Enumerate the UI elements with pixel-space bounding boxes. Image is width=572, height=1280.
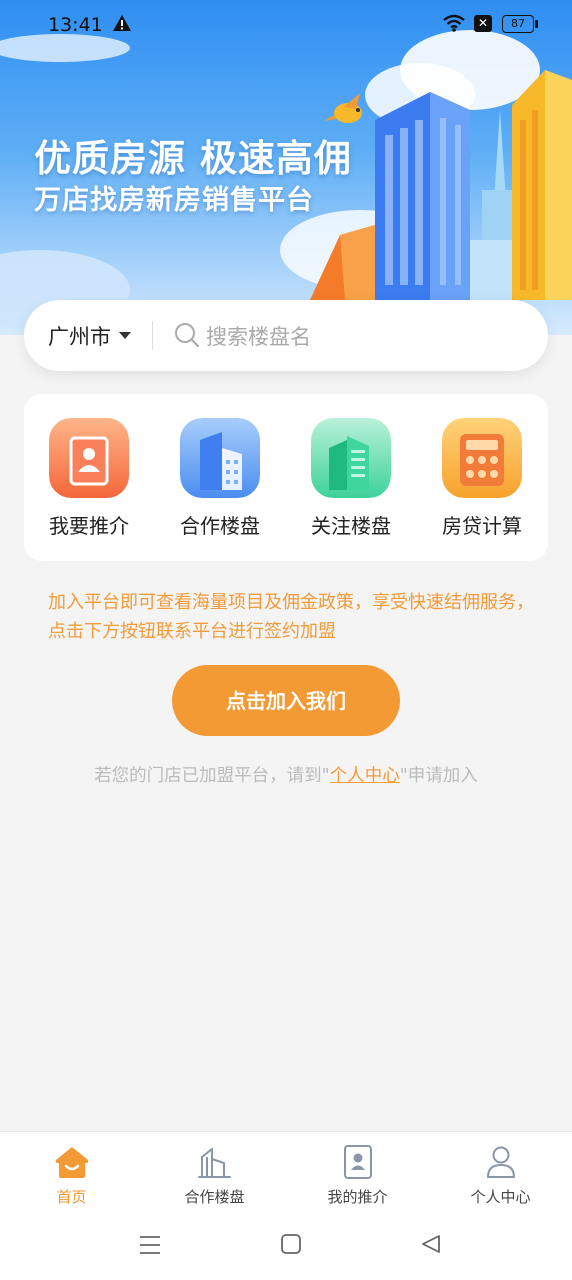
referral-card-icon bbox=[49, 418, 129, 498]
menu-label: 合作楼盘 bbox=[180, 514, 260, 538]
menu-item-mortgage-calculator[interactable]: 房贷计算 bbox=[427, 418, 537, 539]
menu-icon[interactable] bbox=[138, 1233, 162, 1257]
menu-item-referral[interactable]: 我要推介 bbox=[34, 418, 144, 539]
nav-item-home[interactable]: 首页 bbox=[0, 1144, 143, 1207]
buildings-icon bbox=[197, 1148, 231, 1178]
hint-suffix: "申请加入 bbox=[399, 766, 478, 786]
menu-label: 房贷计算 bbox=[442, 514, 522, 538]
join-us-button[interactable]: 点击加入我们 bbox=[172, 665, 400, 736]
quick-menu: 我要推介 合作楼盘 关注楼盘 房贷计算 bbox=[24, 394, 548, 561]
home-button-icon[interactable] bbox=[280, 1233, 302, 1255]
followed-building-icon bbox=[311, 418, 391, 498]
menu-label: 我要推介 bbox=[49, 514, 129, 538]
back-icon[interactable] bbox=[420, 1233, 442, 1255]
search-divider bbox=[152, 321, 153, 350]
caret-down-icon bbox=[119, 332, 131, 339]
join-promo-text: 加入平台即可查看海量项目及佣金政策，享受快速结佣服务，点击下方按钮联系平台进行签… bbox=[48, 592, 534, 642]
calculator-icon bbox=[442, 418, 522, 498]
system-nav-bar bbox=[0, 1215, 572, 1280]
nav-label: 个人中心 bbox=[470, 1188, 531, 1206]
referral-icon bbox=[343, 1145, 372, 1179]
user-icon bbox=[486, 1146, 515, 1178]
menu-label: 关注楼盘 bbox=[311, 514, 391, 538]
joined-store-hint: 若您的门店已加盟平台，请到"个人中心"申请加入 bbox=[0, 762, 572, 787]
building-icon bbox=[180, 418, 260, 498]
menu-item-followed-buildings[interactable]: 关注楼盘 bbox=[296, 418, 406, 539]
search-icon bbox=[175, 323, 200, 348]
bottom-nav: 首页 合作楼盘 我的推介 个人中心 bbox=[0, 1131, 572, 1216]
menu-item-partner-buildings[interactable]: 合作楼盘 bbox=[165, 418, 275, 539]
banner-subtitle: 万店找房新房销售平台 bbox=[34, 185, 314, 216]
wifi-icon bbox=[443, 14, 465, 32]
search-bar: 广州市 bbox=[24, 300, 548, 371]
nav-label: 合作楼盘 bbox=[184, 1188, 245, 1206]
home-icon bbox=[55, 1147, 88, 1178]
banner-title: 优质房源 极速高佣 bbox=[34, 137, 352, 180]
no-sim-icon: ✕ bbox=[474, 15, 492, 32]
search-input[interactable] bbox=[204, 316, 528, 358]
nav-item-partner-buildings[interactable]: 合作楼盘 bbox=[143, 1144, 286, 1207]
battery-icon: 87 bbox=[502, 15, 538, 33]
personal-center-link[interactable]: 个人中心 bbox=[330, 766, 400, 786]
nav-label: 我的推介 bbox=[327, 1188, 388, 1206]
nav-label: 首页 bbox=[56, 1188, 87, 1206]
status-time: 13:41 bbox=[48, 14, 103, 36]
city-selector[interactable]: 广州市 bbox=[48, 300, 131, 371]
nav-item-my-referrals[interactable]: 我的推介 bbox=[286, 1144, 429, 1207]
status-bar: 13:41 ✕ 87 bbox=[0, 0, 572, 50]
nav-item-personal-center[interactable]: 个人中心 bbox=[429, 1144, 572, 1207]
city-label: 广州市 bbox=[48, 324, 111, 349]
hero-banner: 优质房源 极速高佣 万店找房新房销售平台 bbox=[0, 0, 572, 335]
hint-prefix: 若您的门店已加盟平台，请到" bbox=[94, 766, 330, 786]
warning-icon bbox=[113, 15, 131, 31]
